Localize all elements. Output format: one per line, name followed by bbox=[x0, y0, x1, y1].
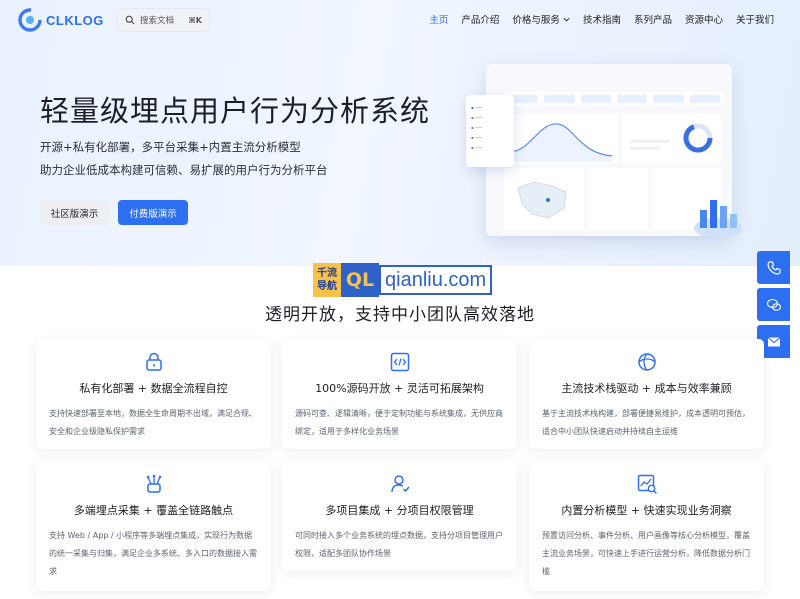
feature-desc: 可同时接入多个业务系统的埋点数据，支持分项目管理用户权限，适配多团队协作场景 bbox=[295, 531, 503, 558]
nav-item-product[interactable]: 产品介绍 bbox=[461, 12, 499, 26]
nav-item-home[interactable]: 主页 bbox=[429, 12, 448, 26]
hero-subtitle-2: 助力企业低成本构建可信赖、易扩展的用户行为分析平台 bbox=[40, 163, 328, 177]
dashboard-side-menu: ▪ ─── ▪ ─── ▪ ─── ▪ ─── ▪ ─── bbox=[466, 95, 514, 167]
watermark-badge: 千流 导航 QL qianliu.com bbox=[313, 263, 493, 297]
hero-subtitle-1: 开源+私有化部署，多平台采集+内置主流分析模型 bbox=[40, 140, 301, 154]
mail-icon bbox=[767, 336, 780, 346]
line-chart-graphic bbox=[509, 123, 613, 162]
watermark-text-2: 导航 bbox=[317, 281, 337, 292]
feature-title: 100%源码开放 + 灵活可拓展架构 bbox=[315, 382, 484, 395]
feature-title: 多项目集成 + 分项目权限管理 bbox=[325, 504, 474, 517]
user-permission-icon bbox=[390, 475, 410, 493]
isometric-chart-icon bbox=[694, 200, 742, 238]
section-title: 透明开放，支持中小团队高效落地 bbox=[265, 305, 535, 325]
dashboard-filter-row bbox=[504, 92, 724, 106]
feature-title: 私有化部署 + 数据全流程自控 bbox=[79, 382, 228, 395]
nav-item-tech-guide[interactable]: 技术指南 bbox=[583, 12, 621, 26]
phone-icon bbox=[766, 260, 781, 275]
paid-demo-button[interactable]: 付费版演示 bbox=[118, 200, 188, 225]
feature-desc: 源码可查、逻辑清晰，便于定制功能与系统集成，无供应商绑定，适用于多样化业务场景 bbox=[295, 409, 503, 436]
community-demo-button[interactable]: 社区版演示 bbox=[40, 200, 109, 225]
feature-desc: 支持快速部署至本地，数据全生命周期不出域，满足合规、安全和企业级隐私保护需求 bbox=[49, 409, 257, 436]
phone-contact-button[interactable] bbox=[757, 251, 790, 284]
feature-card-private-deploy: 私有化部署 + 数据全流程自控 支持快速部署至本地，数据全生命周期不出域，满足合… bbox=[36, 339, 271, 449]
feature-title: 主流技术栈驱动 + 成本与效率兼顾 bbox=[561, 382, 732, 395]
lock-icon bbox=[145, 352, 162, 371]
logo[interactable]: CLKLOG bbox=[18, 8, 104, 32]
feature-card-tech-stack: 主流技术栈驱动 + 成本与效率兼顾 基于主流技术栈构建，部署便捷易维护，成本透明… bbox=[529, 339, 764, 449]
feature-card-open-source: 100%源码开放 + 灵活可拓展架构 源码可查、逻辑清晰，便于定制功能与系统集成… bbox=[282, 339, 517, 449]
feature-card-multi-project: 多项目集成 + 分项目权限管理 可同时接入多个业务系统的埋点数据，支持分项目管理… bbox=[282, 461, 517, 571]
dashboard-map-card bbox=[504, 168, 584, 230]
feature-desc: 支持 Web / App / 小程序等多端埋点集成，实现行为数据的统一采集与归集… bbox=[49, 531, 257, 576]
nav-item-about[interactable]: 关于我们 bbox=[736, 12, 774, 26]
analysis-model-icon bbox=[637, 474, 657, 495]
feature-title: 多端埋点采集 + 覆盖全链路触点 bbox=[73, 504, 234, 517]
search-placeholder: 搜索文档 bbox=[140, 16, 175, 26]
donut-chart-graphic bbox=[630, 123, 713, 153]
feature-title: 内置分析模型 + 快速实现业务洞察 bbox=[561, 504, 732, 517]
map-graphic bbox=[517, 181, 567, 219]
watermark-text-1: 千流 bbox=[317, 268, 337, 279]
search-box[interactable]: 搜索文档 ⌘K bbox=[117, 8, 210, 32]
main-nav: 主页 产品介绍 价格与服务 技术指南 系列产品 资源中心 关于我们 bbox=[429, 12, 774, 26]
search-icon bbox=[125, 15, 135, 25]
watermark-ql: QL bbox=[341, 263, 379, 297]
multi-collect-icon bbox=[146, 474, 161, 493]
hero-title: 轻量级埋点用户行为分析系统 bbox=[40, 94, 431, 128]
code-icon bbox=[390, 352, 409, 372]
nav-item-pricing[interactable]: 价格与服务 bbox=[512, 12, 570, 26]
nav-item-series[interactable]: 系列产品 bbox=[634, 12, 672, 26]
feature-desc: 基于主流技术栈构建，部署便捷易维护，成本透明可预估，适合中小团队快速启动并持续自… bbox=[542, 409, 750, 436]
tech-stack-icon bbox=[637, 353, 656, 371]
dashboard-line-chart bbox=[504, 114, 618, 164]
feature-desc: 预置访问分析、事件分析、用户画像等核心分析模型，覆盖主流业务场景，可快速上手进行… bbox=[542, 531, 750, 576]
feature-card-multi-collect: 多端埋点采集 + 覆盖全链路触点 支持 Web / App / 小程序等多端埋点… bbox=[36, 461, 271, 591]
logo-mark-icon bbox=[18, 8, 42, 32]
nav-item-resources[interactable]: 资源中心 bbox=[685, 12, 723, 26]
watermark-domain: qianliu.com bbox=[379, 265, 493, 295]
dashboard-list-card bbox=[588, 168, 648, 230]
dashboard-donut-card bbox=[622, 114, 722, 164]
logo-text: CLKLOG bbox=[46, 12, 104, 28]
chevron-down-icon bbox=[563, 17, 570, 22]
feature-card-analysis-model: 内置分析模型 + 快速实现业务洞察 预置访问分析、事件分析、用户画像等核心分析模… bbox=[529, 461, 764, 591]
search-shortcut: ⌘K bbox=[188, 15, 202, 25]
